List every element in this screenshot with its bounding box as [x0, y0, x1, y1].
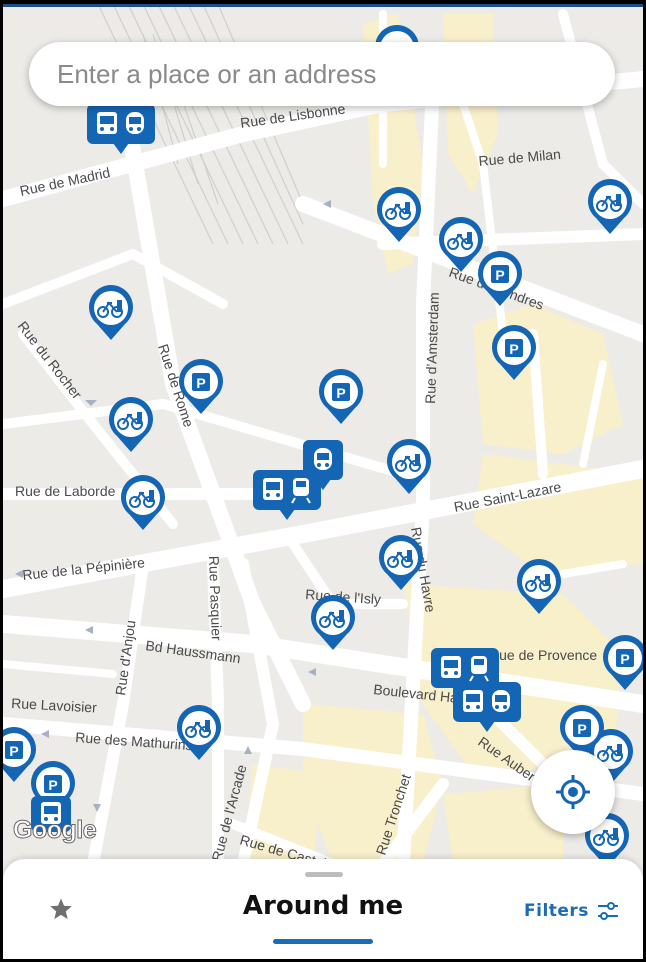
parking-marker[interactable]: P	[476, 250, 524, 308]
parking-marker[interactable]: P	[177, 358, 225, 416]
bike-icon	[588, 179, 632, 234]
parking-icon: P	[478, 251, 522, 306]
street-label: Rue de Laborde	[15, 483, 116, 499]
street-label: Rue Pasquier	[206, 556, 225, 642]
bike-station-marker[interactable]	[309, 594, 357, 652]
bike-icon	[387, 439, 431, 494]
transit-stop-marker[interactable]	[453, 682, 521, 732]
bus-icon	[492, 690, 510, 712]
search-input[interactable]	[55, 57, 579, 91]
bike-station-marker[interactable]	[377, 534, 425, 592]
parking-marker[interactable]: P	[317, 368, 365, 426]
svg-text:P: P	[509, 341, 518, 357]
parking-icon: P	[603, 635, 643, 690]
bike-icon	[121, 475, 165, 530]
bottom-sheet[interactable]: Around me Filters	[3, 859, 643, 959]
bike-station-marker[interactable]	[119, 474, 167, 532]
bike-icon	[517, 559, 561, 614]
train-icon	[291, 478, 311, 504]
filters-button[interactable]: Filters	[524, 901, 619, 921]
bus-icon	[441, 656, 461, 678]
bike-station-marker[interactable]	[175, 704, 223, 762]
svg-text:P: P	[336, 385, 345, 401]
bike-station-marker[interactable]	[515, 558, 563, 616]
bike-icon	[377, 187, 421, 242]
bus-icon	[463, 690, 483, 712]
parking-icon: P	[179, 359, 223, 414]
locate-me-button[interactable]	[531, 750, 615, 834]
svg-text:P: P	[620, 651, 629, 667]
app-screen: Rue de Madrid Rue de Lisbonne Rue de Mil…	[3, 4, 643, 959]
bike-icon	[177, 705, 221, 760]
svg-text:P: P	[577, 721, 586, 737]
bike-station-marker[interactable]	[385, 438, 433, 496]
bike-icon	[379, 535, 423, 590]
bike-station-marker[interactable]	[586, 178, 634, 236]
parking-marker[interactable]: P	[601, 634, 643, 692]
svg-text:P: P	[495, 267, 504, 283]
google-logo: Google	[12, 816, 97, 845]
status-accent-bar	[3, 4, 643, 7]
svg-text:P: P	[196, 375, 205, 391]
bike-icon	[311, 595, 355, 650]
transit-stop-marker[interactable]	[87, 104, 155, 154]
filters-icon	[597, 902, 618, 920]
street-label: Rue de Provence	[489, 647, 597, 663]
filters-label: Filters	[524, 901, 589, 921]
parking-icon: P	[492, 325, 536, 380]
bus-icon	[263, 478, 283, 500]
device-frame: Rue de Madrid Rue de Lisbonne Rue de Mil…	[0, 0, 646, 962]
svg-text:P: P	[48, 777, 57, 793]
parking-marker[interactable]: P	[490, 324, 538, 382]
bus-icon	[97, 112, 117, 134]
train-icon	[469, 656, 489, 682]
svg-text:P: P	[9, 743, 18, 759]
bike-icon	[109, 397, 153, 452]
parking-icon: P	[319, 369, 363, 424]
transit-stop-marker[interactable]	[253, 470, 321, 520]
bike-icon	[89, 285, 133, 340]
bike-station-marker[interactable]	[107, 396, 155, 454]
active-tab-indicator	[273, 939, 373, 944]
locate-icon	[556, 775, 590, 809]
bike-station-marker[interactable]	[87, 284, 135, 342]
bike-station-marker[interactable]	[375, 186, 423, 244]
bus-icon	[126, 112, 144, 134]
search-bar[interactable]	[29, 42, 615, 106]
sheet-drag-handle[interactable]	[305, 872, 343, 877]
